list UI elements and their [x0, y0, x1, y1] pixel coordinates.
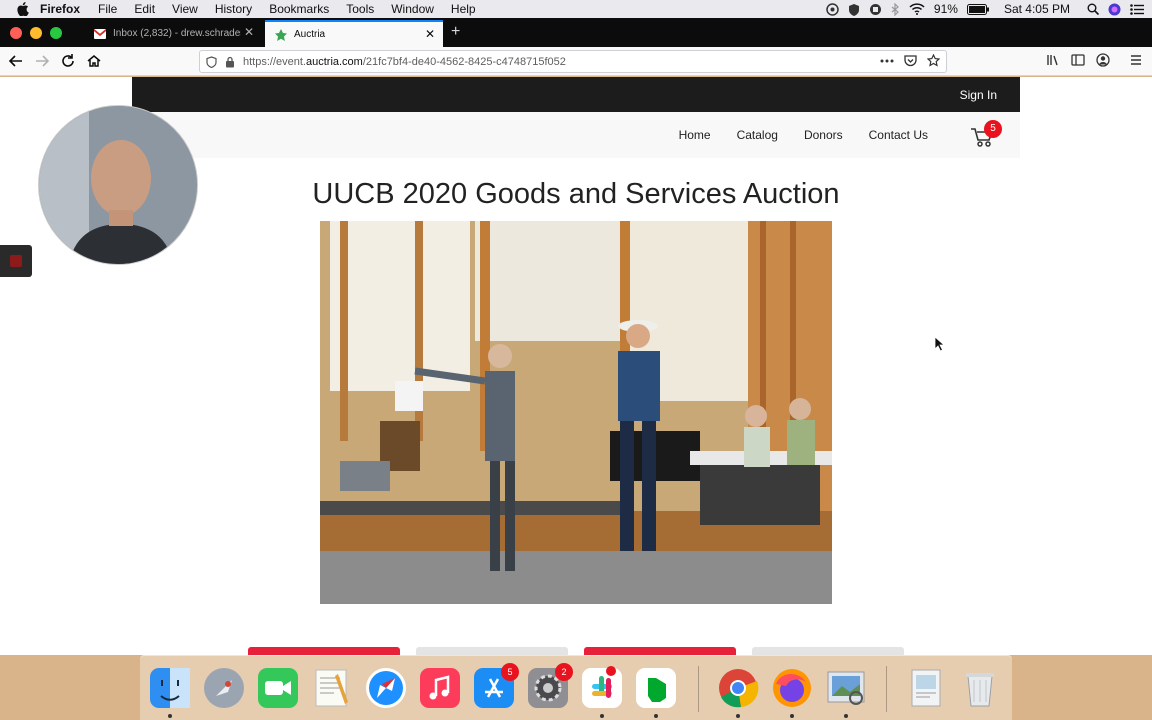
slack-icon[interactable] [580, 666, 624, 718]
system-preferences-icon[interactable]: 2 [526, 663, 573, 710]
pocket-icon[interactable] [904, 54, 917, 67]
battery-icon[interactable] [966, 3, 989, 15]
menu-tools[interactable]: Tools [346, 2, 374, 16]
home-icon[interactable] [86, 53, 102, 69]
forward-arrow-icon[interactable] [34, 53, 50, 69]
close-tab-icon[interactable]: ✕ [425, 28, 435, 40]
tracking-shield-icon[interactable] [206, 55, 217, 68]
macos-dock: 5 2 [140, 655, 1012, 720]
sidebar-icon[interactable] [1071, 53, 1085, 67]
running-indicator [600, 714, 604, 718]
dock-separator [698, 666, 699, 712]
running-indicator [736, 714, 740, 718]
nav-donors[interactable]: Donors [804, 128, 843, 142]
gmail-icon [94, 28, 106, 39]
menu-edit[interactable]: Edit [134, 2, 155, 16]
menu-window[interactable]: Window [391, 2, 434, 16]
mouse-cursor-icon [935, 337, 945, 352]
new-tab-button[interactable]: + [451, 24, 460, 40]
trash-icon[interactable] [958, 666, 1002, 710]
auction-hero-image [320, 221, 832, 604]
menu-view[interactable]: View [172, 2, 198, 16]
running-indicator [168, 714, 172, 718]
red-action-button[interactable] [584, 647, 736, 655]
cart-count-badge[interactable]: 5 [984, 120, 1002, 138]
music-icon[interactable] [418, 666, 462, 710]
action-buttons-row [248, 647, 904, 655]
red-action-button[interactable] [248, 647, 400, 655]
hamburger-menu-icon[interactable] [1129, 53, 1143, 67]
close-window-button[interactable] [10, 27, 22, 39]
nav-home[interactable]: Home [679, 128, 711, 142]
notification-center-icon[interactable] [1130, 3, 1144, 15]
grey-action-button[interactable] [416, 647, 568, 655]
siri-icon[interactable] [1108, 3, 1121, 16]
tab-title: Inbox (2,832) - drew.schrader@ [113, 28, 241, 39]
tab-title: Auctria [294, 29, 326, 40]
wifi-icon[interactable] [909, 3, 925, 15]
browser-toolbar: https://event.auctria.com/21fc7bf4-de40-… [0, 47, 1152, 76]
menu-bookmarks[interactable]: Bookmarks [269, 2, 329, 16]
textedit-icon[interactable] [310, 666, 354, 710]
safari-icon[interactable] [364, 666, 408, 710]
browser-tab-strip: Inbox (2,832) - drew.schrader@ ✕ Auctria… [0, 18, 1152, 47]
menu-history[interactable]: History [215, 2, 252, 16]
lock-icon[interactable] [225, 56, 235, 68]
window-controls [10, 27, 62, 39]
running-indicator [844, 714, 848, 718]
system-preferences-badge: 2 [555, 663, 573, 681]
nav-contact-us[interactable]: Contact Us [869, 128, 928, 142]
recording-icon[interactable] [869, 3, 882, 16]
launchpad-icon[interactable] [202, 666, 246, 710]
battery-percent: 91% [933, 2, 958, 16]
tab-gmail-inbox[interactable]: Inbox (2,832) - drew.schrader@ ✕ [84, 20, 262, 47]
bluetooth-icon[interactable] [891, 2, 900, 16]
back-arrow-icon[interactable] [8, 53, 24, 69]
firefox-icon[interactable] [770, 666, 814, 718]
app-store-badge: 5 [501, 663, 519, 681]
site-top-bar: Sign In [132, 77, 1020, 112]
dock-separator [886, 666, 887, 712]
menu-app-firefox[interactable]: Firefox [40, 2, 80, 16]
account-icon[interactable] [1096, 53, 1110, 67]
webcam-overlay [38, 105, 198, 265]
library-icon[interactable] [1046, 53, 1060, 67]
running-indicator [790, 714, 794, 718]
apple-icon[interactable] [16, 2, 30, 16]
app-store-icon[interactable]: 5 [472, 663, 519, 710]
clock[interactable]: Sat 4:05 PM [1004, 2, 1070, 16]
sign-in-link[interactable]: Sign In [960, 88, 997, 102]
url-text[interactable]: https://event.auctria.com/21fc7bf4-de40-… [243, 56, 566, 68]
preview-icon[interactable] [824, 666, 868, 718]
stop-icon [10, 255, 22, 267]
tab-auctria[interactable]: Auctria ✕ [265, 20, 443, 47]
finder-icon[interactable] [148, 666, 192, 718]
page-actions-icon[interactable] [880, 59, 894, 63]
status-circle-icon[interactable] [826, 2, 839, 16]
menu-help[interactable]: Help [451, 2, 476, 16]
close-tab-icon[interactable]: ✕ [244, 26, 254, 38]
menu-file[interactable]: File [98, 2, 117, 16]
minimize-window-button[interactable] [30, 27, 42, 39]
spotlight-search-icon[interactable] [1087, 3, 1099, 15]
reload-icon[interactable] [60, 53, 76, 69]
macos-menu-bar: Firefox File Edit View History Bookmarks… [0, 0, 1152, 18]
nav-links: Home Catalog Donors Contact Us [679, 128, 928, 142]
chrome-icon[interactable] [716, 666, 760, 718]
grey-action-button[interactable] [752, 647, 904, 655]
bookmark-star-icon[interactable] [927, 54, 940, 67]
site-nav-bar: Home Catalog Donors Contact Us 5 [132, 112, 1020, 158]
url-bar[interactable]: https://event.auctria.com/21fc7bf4-de40-… [199, 50, 947, 73]
running-indicator [654, 714, 658, 718]
evernote-icon[interactable] [634, 666, 678, 718]
zoom-window-button[interactable] [50, 27, 62, 39]
facetime-icon[interactable] [256, 666, 300, 710]
nav-catalog[interactable]: Catalog [737, 128, 778, 142]
auctria-icon [275, 28, 287, 41]
shield-status-icon[interactable] [848, 3, 860, 16]
slack-notification-dot [606, 666, 616, 676]
record-stop-button[interactable] [0, 245, 32, 277]
documents-icon[interactable] [904, 666, 948, 710]
